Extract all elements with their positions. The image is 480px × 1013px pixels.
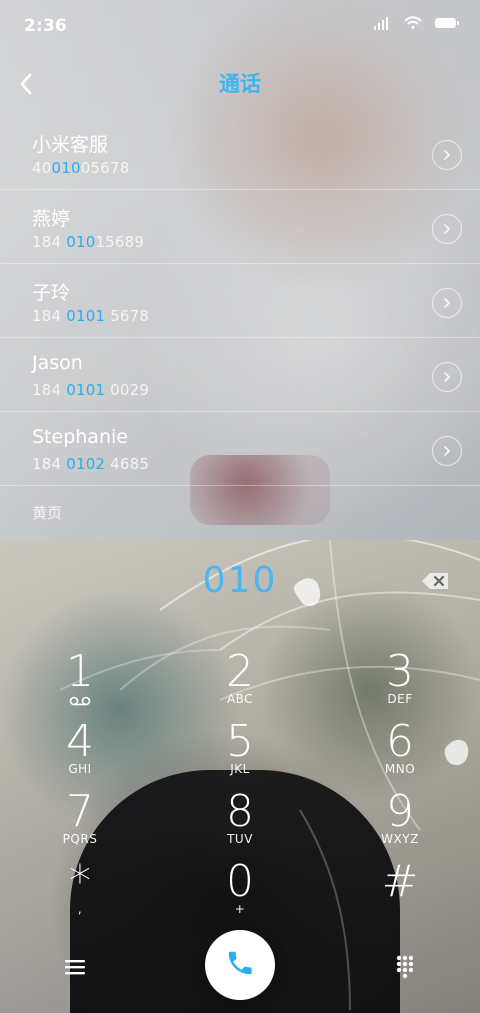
contact-number: 184 0101 5678	[32, 307, 149, 325]
wifi-icon	[404, 16, 422, 30]
key-7[interactable]: 7 PQRS	[25, 790, 135, 860]
chevron-right-icon	[441, 368, 453, 387]
number-prefix: 184	[32, 233, 67, 251]
number-match: 010	[66, 233, 96, 251]
number-match: 0101	[66, 307, 106, 325]
key-letters: GHI	[68, 762, 92, 776]
contact-detail-button[interactable]	[432, 436, 462, 466]
chevron-right-icon	[441, 220, 453, 239]
number-prefix: 184	[32, 381, 67, 399]
key-letters: MNO	[384, 762, 416, 776]
phone-icon	[225, 948, 255, 982]
key-digit: 8	[226, 786, 254, 837]
key-letters: JKL	[230, 762, 250, 776]
key-letters: DEF	[387, 692, 413, 706]
number-suffix: 4685	[105, 455, 150, 473]
key-5[interactable]: 5 JKL	[185, 720, 295, 790]
key-8[interactable]: 8 TUV	[185, 790, 295, 860]
contact-row[interactable]: 燕婷 184 01015689	[0, 190, 480, 264]
key-digit: 7	[66, 786, 94, 837]
call-button[interactable]	[205, 930, 275, 1000]
contact-list: 小米客服 4001005678 燕婷 184 01015689 子玲 184 0…	[0, 116, 480, 486]
contact-name: Jason	[32, 352, 83, 374]
contact-row[interactable]: 小米客服 4001005678	[0, 116, 480, 190]
key-hash[interactable]: #	[345, 860, 455, 930]
contact-name: Stephanie	[32, 426, 128, 448]
key-digit: 1	[66, 646, 94, 697]
phone-dialer-screen: 2:36 通话 小米客服 4001005678 燕婷 184 01015689 …	[0, 0, 480, 1013]
contact-number: 184 0101 0029	[32, 381, 149, 399]
backspace-icon	[420, 573, 450, 595]
key-digit: 0	[226, 856, 254, 907]
key-digit: 2	[226, 646, 254, 697]
signal-icon	[374, 16, 392, 30]
contact-detail-button[interactable]	[432, 214, 462, 244]
number-match: 0102	[66, 455, 106, 473]
number-prefix: 40	[32, 159, 52, 177]
key-letters: +	[234, 902, 246, 916]
contact-name: 子玲	[32, 282, 71, 304]
number-suffix: 0029	[105, 381, 150, 399]
number-match: 010	[51, 159, 81, 177]
voicemail-icon	[25, 696, 135, 706]
status-icons	[374, 16, 460, 30]
number-suffix: 15689	[95, 233, 145, 251]
key-6[interactable]: 6 MNO	[345, 720, 455, 790]
key-digit: 3	[386, 646, 414, 697]
number-prefix: 184	[32, 307, 67, 325]
key-0[interactable]: 0 +	[185, 860, 295, 930]
key-digit: 6	[386, 716, 414, 767]
battery-icon	[434, 16, 460, 30]
contact-name: 小米客服	[32, 134, 109, 156]
contact-row[interactable]: 子玲 184 0101 5678	[0, 264, 480, 338]
contact-number: 184 01015689	[32, 233, 144, 251]
chevron-right-icon	[441, 442, 453, 461]
key-letters: TUV	[227, 832, 253, 846]
status-time: 2:36	[24, 16, 68, 36]
chevron-right-icon	[441, 294, 453, 313]
contact-number: 4001005678	[32, 159, 129, 177]
page-title: 通话	[219, 72, 261, 96]
dialpad-toggle-button[interactable]	[390, 951, 420, 981]
key-letters: PQRS	[62, 832, 98, 846]
key-digit: *	[69, 856, 91, 907]
contact-detail-button[interactable]	[432, 288, 462, 318]
key-4[interactable]: 4 GHI	[25, 720, 135, 790]
key-digit: 4	[66, 716, 94, 767]
number-prefix: 184	[32, 455, 67, 473]
key-letters: ,	[77, 902, 83, 916]
dialpad-icon	[390, 955, 420, 985]
contact-name: 燕婷	[32, 208, 71, 230]
menu-icon	[60, 960, 90, 984]
key-star[interactable]: * ,	[25, 860, 135, 930]
key-2[interactable]: 2 ABC	[185, 650, 295, 720]
key-digit: 5	[226, 716, 254, 767]
key-1[interactable]: 1	[25, 650, 135, 720]
number-suffix: 5678	[105, 307, 150, 325]
dial-input-display: 010	[202, 560, 278, 601]
chevron-right-icon	[441, 146, 453, 165]
status-bar: 2:36	[0, 0, 480, 52]
key-letters: ABC	[226, 692, 254, 706]
key-letters: WXYZ	[381, 832, 419, 846]
key-9[interactable]: 9 WXYZ	[345, 790, 455, 860]
delete-button[interactable]	[420, 571, 450, 591]
contact-number: 184 0102 4685	[32, 455, 149, 473]
key-3[interactable]: 3 DEF	[345, 650, 455, 720]
menu-button[interactable]	[60, 954, 90, 980]
contact-row[interactable]: Jason 184 0101 0029	[0, 338, 480, 412]
key-digit: #	[381, 856, 419, 907]
contact-row[interactable]: Stephanie 184 0102 4685	[0, 412, 480, 486]
number-suffix: 05678	[80, 159, 130, 177]
yellow-pages-link[interactable]: 黄页	[32, 502, 62, 523]
contact-detail-button[interactable]	[432, 140, 462, 170]
number-match: 0101	[66, 381, 106, 399]
key-digit: 9	[386, 786, 414, 837]
contact-detail-button[interactable]	[432, 362, 462, 392]
